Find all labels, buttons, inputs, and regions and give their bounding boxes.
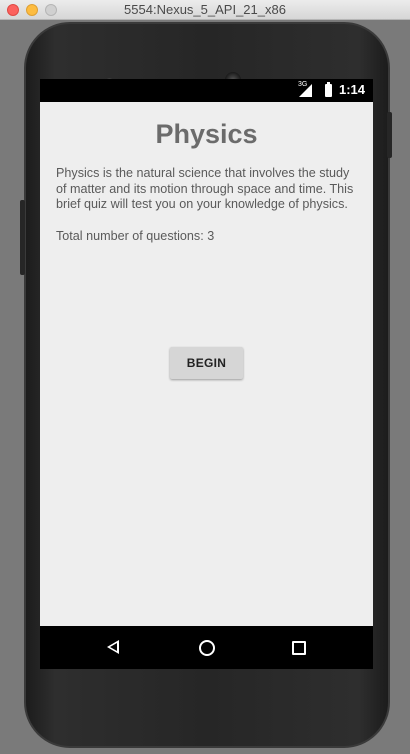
quiz-intro-screen: Physics Physics is the natural science t…	[40, 102, 373, 626]
window-title: 5554:Nexus_5_API_21_x86	[124, 2, 286, 17]
status-bar: 3G 1:14	[40, 79, 373, 102]
begin-button[interactable]: BEGIN	[170, 347, 243, 379]
home-icon[interactable]	[199, 640, 215, 656]
signal-icon	[299, 84, 312, 97]
device-screen: 3G 1:14 Physics Physics is the natural s…	[40, 79, 373, 669]
window-titlebar: 5554:Nexus_5_API_21_x86	[0, 0, 410, 20]
battery-icon	[325, 82, 332, 97]
recent-apps-icon[interactable]	[292, 641, 306, 655]
volume-button[interactable]	[387, 112, 392, 158]
status-clock: 1:14	[339, 82, 366, 97]
page-title: Physics	[155, 119, 258, 149]
question-count: Total number of questions: 3	[56, 229, 215, 243]
navigation-bar	[40, 626, 373, 669]
quiz-description: Physics is the natural science that invo…	[56, 166, 354, 211]
power-button[interactable]	[20, 200, 25, 275]
back-icon[interactable]	[107, 640, 119, 654]
